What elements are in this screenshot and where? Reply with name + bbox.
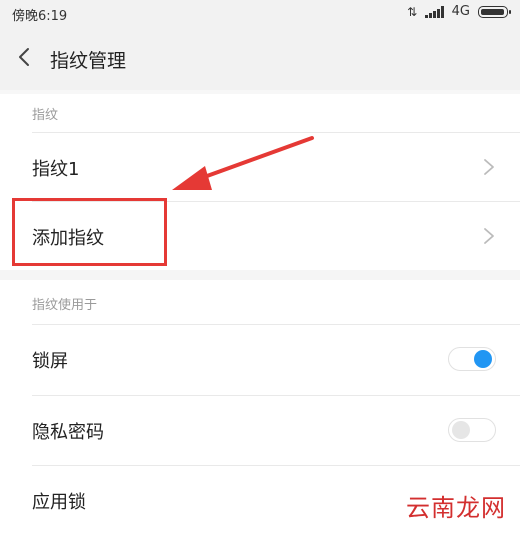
- chevron-right-icon: [484, 228, 494, 244]
- watermark-text: 云南龙网: [400, 486, 512, 525]
- battery-icon: [478, 5, 511, 18]
- status-icons: ⇅ 4G: [407, 4, 511, 19]
- lock-screen-toggle[interactable]: [448, 347, 496, 371]
- row-label: 应用锁: [32, 492, 86, 513]
- lock-screen-row[interactable]: 锁屏: [0, 325, 520, 393]
- network-type: 4G: [451, 4, 470, 19]
- section-label-fingerprints: 指纹: [32, 108, 59, 123]
- data-transfer-icon: ⇅: [407, 4, 418, 19]
- section-label-usage: 指纹使用于: [32, 298, 98, 313]
- row-label: 指纹1: [32, 159, 80, 180]
- toggle-knob: [452, 421, 470, 439]
- page-title: 指纹管理: [50, 50, 127, 72]
- fingerprint-1-row[interactable]: 指纹1: [0, 133, 520, 201]
- signal-icon: [425, 5, 444, 18]
- status-time: 傍晚6:19: [12, 9, 68, 24]
- privacy-password-row[interactable]: 隐私密码: [0, 396, 520, 464]
- divider: [0, 90, 520, 94]
- chevron-left-icon[interactable]: [14, 46, 36, 68]
- highlight-box: [12, 198, 167, 266]
- app-header: 指纹管理: [0, 26, 520, 90]
- chevron-right-icon: [484, 159, 494, 175]
- status-bar: 傍晚6:19 ⇅ 4G: [0, 0, 520, 26]
- privacy-password-toggle[interactable]: [448, 418, 496, 442]
- row-label: 隐私密码: [32, 422, 104, 443]
- toggle-knob: [474, 350, 492, 368]
- section-gap: [0, 270, 520, 280]
- row-label: 锁屏: [32, 351, 68, 372]
